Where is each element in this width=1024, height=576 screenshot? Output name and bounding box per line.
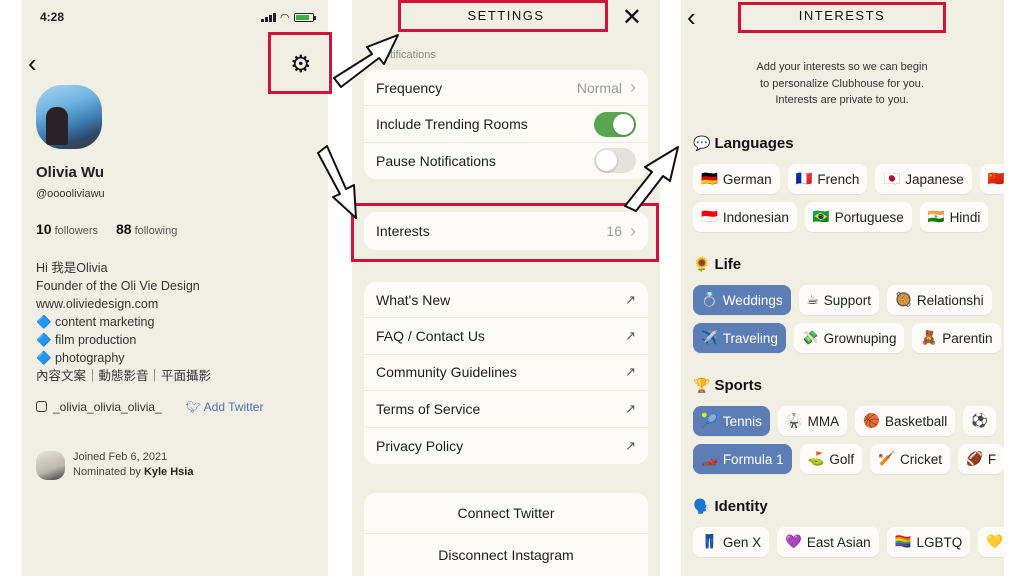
- arrow-to-interests-row: [317, 145, 357, 219]
- annotation-arrows: [317, 34, 679, 219]
- arrow-to-interests-screen: [624, 146, 679, 212]
- arrow-to-settings: [333, 34, 399, 88]
